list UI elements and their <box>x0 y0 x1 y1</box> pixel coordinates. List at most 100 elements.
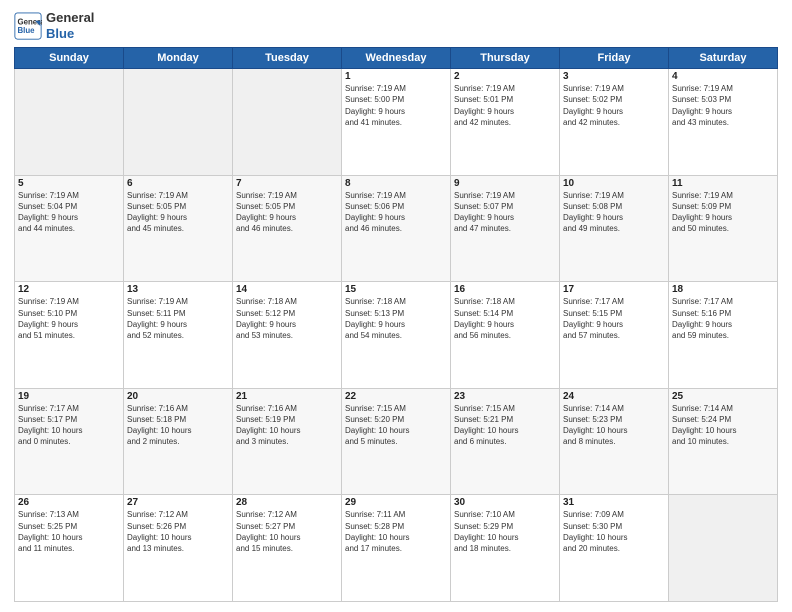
day-number: 4 <box>672 71 774 82</box>
calendar-cell: 2Sunrise: 7:19 AM Sunset: 5:01 PM Daylig… <box>451 69 560 176</box>
calendar-cell: 10Sunrise: 7:19 AM Sunset: 5:08 PM Dayli… <box>560 175 669 282</box>
day-header-monday: Monday <box>124 48 233 69</box>
calendar-cell: 31Sunrise: 7:09 AM Sunset: 5:30 PM Dayli… <box>560 495 669 602</box>
cell-content: Sunrise: 7:19 AM Sunset: 5:07 PM Dayligh… <box>454 190 556 235</box>
cell-content: Sunrise: 7:14 AM Sunset: 5:23 PM Dayligh… <box>563 403 665 448</box>
calendar-cell: 20Sunrise: 7:16 AM Sunset: 5:18 PM Dayli… <box>124 388 233 495</box>
day-number: 15 <box>345 284 447 295</box>
day-number: 9 <box>454 178 556 189</box>
calendar-cell: 6Sunrise: 7:19 AM Sunset: 5:05 PM Daylig… <box>124 175 233 282</box>
day-number: 25 <box>672 391 774 402</box>
day-number: 29 <box>345 497 447 508</box>
calendar-cell: 1Sunrise: 7:19 AM Sunset: 5:00 PM Daylig… <box>342 69 451 176</box>
day-number: 28 <box>236 497 338 508</box>
calendar-cell <box>15 69 124 176</box>
calendar-cell: 11Sunrise: 7:19 AM Sunset: 5:09 PM Dayli… <box>669 175 778 282</box>
calendar-cell <box>669 495 778 602</box>
calendar-cell: 29Sunrise: 7:11 AM Sunset: 5:28 PM Dayli… <box>342 495 451 602</box>
day-header-tuesday: Tuesday <box>233 48 342 69</box>
day-header-sunday: Sunday <box>15 48 124 69</box>
day-number: 1 <box>345 71 447 82</box>
logo-text-general: General <box>46 10 94 26</box>
cell-content: Sunrise: 7:19 AM Sunset: 5:09 PM Dayligh… <box>672 190 774 235</box>
calendar-cell: 26Sunrise: 7:13 AM Sunset: 5:25 PM Dayli… <box>15 495 124 602</box>
cell-content: Sunrise: 7:19 AM Sunset: 5:05 PM Dayligh… <box>127 190 229 235</box>
cell-content: Sunrise: 7:15 AM Sunset: 5:21 PM Dayligh… <box>454 403 556 448</box>
calendar-cell: 24Sunrise: 7:14 AM Sunset: 5:23 PM Dayli… <box>560 388 669 495</box>
svg-text:Blue: Blue <box>18 26 36 35</box>
cell-content: Sunrise: 7:18 AM Sunset: 5:14 PM Dayligh… <box>454 296 556 341</box>
calendar-cell: 5Sunrise: 7:19 AM Sunset: 5:04 PM Daylig… <box>15 175 124 282</box>
calendar-cell: 18Sunrise: 7:17 AM Sunset: 5:16 PM Dayli… <box>669 282 778 389</box>
cell-content: Sunrise: 7:17 AM Sunset: 5:16 PM Dayligh… <box>672 296 774 341</box>
day-number: 12 <box>18 284 120 295</box>
calendar-cell: 28Sunrise: 7:12 AM Sunset: 5:27 PM Dayli… <box>233 495 342 602</box>
calendar-week-3: 12Sunrise: 7:19 AM Sunset: 5:10 PM Dayli… <box>15 282 778 389</box>
day-header-saturday: Saturday <box>669 48 778 69</box>
cell-content: Sunrise: 7:19 AM Sunset: 5:11 PM Dayligh… <box>127 296 229 341</box>
cell-content: Sunrise: 7:19 AM Sunset: 5:01 PM Dayligh… <box>454 83 556 128</box>
calendar-cell: 4Sunrise: 7:19 AM Sunset: 5:03 PM Daylig… <box>669 69 778 176</box>
day-number: 21 <box>236 391 338 402</box>
day-number: 14 <box>236 284 338 295</box>
cell-content: Sunrise: 7:17 AM Sunset: 5:15 PM Dayligh… <box>563 296 665 341</box>
page: General Blue General Blue SundayMondayTu… <box>0 0 792 612</box>
cell-content: Sunrise: 7:19 AM Sunset: 5:02 PM Dayligh… <box>563 83 665 128</box>
calendar-cell: 23Sunrise: 7:15 AM Sunset: 5:21 PM Dayli… <box>451 388 560 495</box>
day-number: 3 <box>563 71 665 82</box>
day-header-friday: Friday <box>560 48 669 69</box>
calendar-week-2: 5Sunrise: 7:19 AM Sunset: 5:04 PM Daylig… <box>15 175 778 282</box>
day-number: 17 <box>563 284 665 295</box>
cell-content: Sunrise: 7:19 AM Sunset: 5:04 PM Dayligh… <box>18 190 120 235</box>
calendar-header-row: SundayMondayTuesdayWednesdayThursdayFrid… <box>15 48 778 69</box>
calendar-table: SundayMondayTuesdayWednesdayThursdayFrid… <box>14 47 778 602</box>
calendar-cell: 8Sunrise: 7:19 AM Sunset: 5:06 PM Daylig… <box>342 175 451 282</box>
cell-content: Sunrise: 7:11 AM Sunset: 5:28 PM Dayligh… <box>345 509 447 554</box>
calendar-cell: 21Sunrise: 7:16 AM Sunset: 5:19 PM Dayli… <box>233 388 342 495</box>
calendar-cell: 7Sunrise: 7:19 AM Sunset: 5:05 PM Daylig… <box>233 175 342 282</box>
calendar-cell: 12Sunrise: 7:19 AM Sunset: 5:10 PM Dayli… <box>15 282 124 389</box>
calendar-cell: 22Sunrise: 7:15 AM Sunset: 5:20 PM Dayli… <box>342 388 451 495</box>
logo: General Blue General Blue <box>14 10 94 41</box>
calendar-cell: 14Sunrise: 7:18 AM Sunset: 5:12 PM Dayli… <box>233 282 342 389</box>
calendar-cell: 9Sunrise: 7:19 AM Sunset: 5:07 PM Daylig… <box>451 175 560 282</box>
day-number: 6 <box>127 178 229 189</box>
day-number: 19 <box>18 391 120 402</box>
day-header-wednesday: Wednesday <box>342 48 451 69</box>
day-number: 30 <box>454 497 556 508</box>
calendar-week-5: 26Sunrise: 7:13 AM Sunset: 5:25 PM Dayli… <box>15 495 778 602</box>
calendar-cell <box>233 69 342 176</box>
cell-content: Sunrise: 7:14 AM Sunset: 5:24 PM Dayligh… <box>672 403 774 448</box>
day-number: 24 <box>563 391 665 402</box>
cell-content: Sunrise: 7:16 AM Sunset: 5:18 PM Dayligh… <box>127 403 229 448</box>
cell-content: Sunrise: 7:19 AM Sunset: 5:08 PM Dayligh… <box>563 190 665 235</box>
cell-content: Sunrise: 7:18 AM Sunset: 5:13 PM Dayligh… <box>345 296 447 341</box>
day-number: 22 <box>345 391 447 402</box>
calendar-cell <box>124 69 233 176</box>
day-number: 2 <box>454 71 556 82</box>
cell-content: Sunrise: 7:13 AM Sunset: 5:25 PM Dayligh… <box>18 509 120 554</box>
header: General Blue General Blue <box>14 10 778 41</box>
cell-content: Sunrise: 7:17 AM Sunset: 5:17 PM Dayligh… <box>18 403 120 448</box>
day-number: 27 <box>127 497 229 508</box>
cell-content: Sunrise: 7:19 AM Sunset: 5:05 PM Dayligh… <box>236 190 338 235</box>
calendar-cell: 15Sunrise: 7:18 AM Sunset: 5:13 PM Dayli… <box>342 282 451 389</box>
calendar-cell: 3Sunrise: 7:19 AM Sunset: 5:02 PM Daylig… <box>560 69 669 176</box>
day-number: 13 <box>127 284 229 295</box>
day-number: 10 <box>563 178 665 189</box>
cell-content: Sunrise: 7:09 AM Sunset: 5:30 PM Dayligh… <box>563 509 665 554</box>
cell-content: Sunrise: 7:19 AM Sunset: 5:06 PM Dayligh… <box>345 190 447 235</box>
calendar-cell: 16Sunrise: 7:18 AM Sunset: 5:14 PM Dayli… <box>451 282 560 389</box>
day-number: 23 <box>454 391 556 402</box>
calendar-cell: 13Sunrise: 7:19 AM Sunset: 5:11 PM Dayli… <box>124 282 233 389</box>
day-number: 18 <box>672 284 774 295</box>
cell-content: Sunrise: 7:16 AM Sunset: 5:19 PM Dayligh… <box>236 403 338 448</box>
cell-content: Sunrise: 7:12 AM Sunset: 5:26 PM Dayligh… <box>127 509 229 554</box>
calendar-cell: 30Sunrise: 7:10 AM Sunset: 5:29 PM Dayli… <box>451 495 560 602</box>
cell-content: Sunrise: 7:19 AM Sunset: 5:10 PM Dayligh… <box>18 296 120 341</box>
calendar-cell: 25Sunrise: 7:14 AM Sunset: 5:24 PM Dayli… <box>669 388 778 495</box>
calendar-cell: 27Sunrise: 7:12 AM Sunset: 5:26 PM Dayli… <box>124 495 233 602</box>
calendar-cell: 17Sunrise: 7:17 AM Sunset: 5:15 PM Dayli… <box>560 282 669 389</box>
day-number: 8 <box>345 178 447 189</box>
day-number: 26 <box>18 497 120 508</box>
